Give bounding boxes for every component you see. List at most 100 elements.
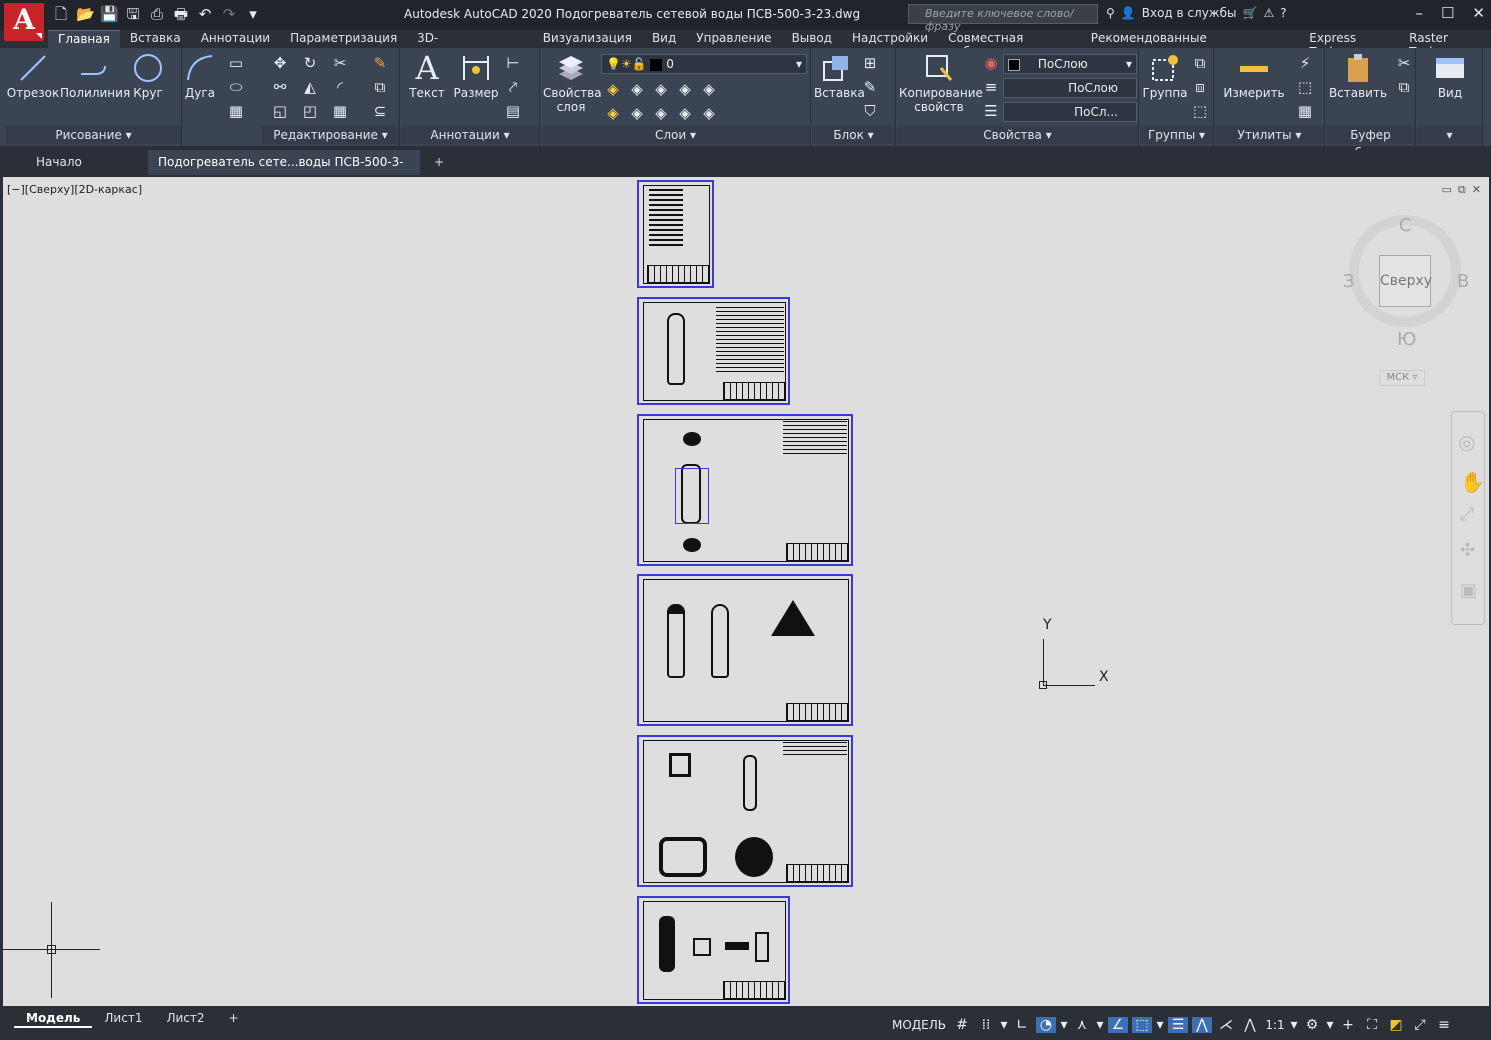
drawing-sheet[interactable] [637,297,790,405]
dropdown-icon[interactable]: ▾ [1290,1017,1298,1033]
group-edit-icon[interactable]: ⧈ [1190,78,1210,96]
ortho-icon[interactable]: ∟ [1012,1017,1032,1033]
insert-block-button[interactable]: Вставка [814,52,865,100]
panel-view-expand[interactable]: ▾ [1417,126,1482,144]
tab-current-drawing[interactable]: Подогреватель сете...воды ПСВ-500-3-23* … [148,150,420,194]
block-attr-icon[interactable]: ⛉ [860,102,880,120]
ribbon-tab[interactable]: Вид [642,30,686,48]
ribbon-tab[interactable]: 3D-инструменты [407,30,533,59]
drawing-viewport[interactable]: [−][Сверху][2D-каркас] ▭ ⧉ ✕ Y X Сверху … [3,177,1489,1006]
panel-annotation-title[interactable]: Аннотации ▾ [401,126,539,144]
close-icon[interactable]: ✕ [1472,4,1485,22]
lineweight-icon[interactable]: ☰ [981,102,1001,120]
layout-tab[interactable]: Лист1 [92,1008,154,1028]
edit-block-icon[interactable]: ✎ [860,78,880,96]
lineweight-dropdown[interactable]: ПоСл... [1003,102,1137,122]
linetype-dropdown[interactable]: ПоСлою [1003,78,1137,98]
ribbon-tab[interactable]: Аннотации [191,30,280,48]
orbit-icon[interactable]: ✣ [1460,540,1475,561]
color-dropdown[interactable]: ПоСлою ▾ [1003,54,1137,74]
dimension-button[interactable]: Размер [453,52,499,100]
minimize-icon[interactable]: – [1415,4,1423,22]
gear-icon[interactable]: ⚙ [1302,1017,1322,1033]
lineweight-toggle-icon[interactable]: ☰ [1168,1017,1189,1033]
ribbon-tab[interactable]: Рекомендованные приложения [1081,30,1300,59]
group-button[interactable]: Группа [1142,52,1188,100]
tab-start[interactable]: Начало [26,150,146,175]
explode-icon[interactable]: ⧉ [370,78,390,96]
panel-groups-title[interactable]: Группы ▾ [1140,126,1213,144]
measure-button[interactable]: Измерить [1219,52,1289,100]
layer-tool-5-icon[interactable]: ◈ [699,80,719,98]
dropdown-icon[interactable]: ▾ [1156,1017,1164,1033]
ribbon-tab[interactable]: Вставка [120,30,191,48]
viewcube-south[interactable]: Ю [1397,329,1416,350]
viewcube[interactable]: Сверху С Ю З В [1343,207,1473,350]
grid-icon[interactable]: # [952,1017,972,1033]
save-icon[interactable]: 💾 [100,5,119,23]
mirror-icon[interactable]: ◭ [300,78,320,96]
select-all-icon[interactable]: ⬚ [1295,78,1315,96]
stretch-icon[interactable]: ◱ [270,102,290,120]
drawing-sheet[interactable] [637,735,853,887]
plus-icon[interactable]: + [1338,1017,1358,1033]
panel-modify-title[interactable]: Редактирование ▾ [262,126,399,144]
customize-menu-icon[interactable]: ≡ [1434,1017,1454,1033]
ungroup-icon[interactable]: ⧉ [1190,54,1210,72]
redo-icon[interactable]: ↷ [220,5,238,23]
model-space-button[interactable]: МОДЕЛЬ [890,1018,948,1032]
hardware-accel-icon[interactable]: ◩ [1386,1017,1406,1033]
layout-tab[interactable]: Модель [14,1008,93,1028]
copy-clip-icon[interactable]: ⧉ [1394,78,1414,96]
auto-scale-icon[interactable]: ⋌ [1216,1017,1236,1033]
app-logo[interactable]: A [4,3,44,41]
layer-tool-4-icon[interactable]: ◈ [675,80,695,98]
line-button[interactable]: Отрезок [6,52,60,100]
offset-icon[interactable]: ⊆ [370,102,390,120]
undo-icon[interactable]: ↶ [196,5,214,23]
match-properties-button[interactable]: Копирование свойств [899,52,983,114]
drawing-sheet[interactable] [637,414,853,566]
qat-menu-icon[interactable]: ▾ [244,5,262,23]
layer-tool-9-icon[interactable]: ◈ [675,104,695,122]
ellipse-icon[interactable]: ⬭ [226,78,246,96]
create-block-icon[interactable]: ⊞ [860,54,880,72]
circle-button[interactable]: Круг [130,52,166,100]
add-layout-button[interactable]: + [217,1008,251,1028]
layer-dropdown[interactable]: 💡☀🔓 0 ▾ [601,54,807,74]
calculator-icon[interactable]: ▦ [1295,102,1315,120]
layer-tool-2-icon[interactable]: ◈ [627,80,647,98]
ribbon-tab[interactable]: Express Tools [1299,30,1399,59]
array-icon[interactable]: ▦ [330,102,350,120]
pan-icon[interactable]: ✋ [1460,470,1485,494]
rectangle-icon[interactable]: ▭ [226,54,246,72]
view-button[interactable]: Вид [1425,52,1475,100]
panel-clipboard-title[interactable]: Буфер обмена [1326,126,1415,160]
vp-restore-icon[interactable]: ⧉ [1458,183,1466,197]
object-track-icon[interactable]: ∠ [1108,1017,1129,1033]
plot-icon[interactable]: 🖶 [172,5,190,23]
rotate-icon[interactable]: ↻ [300,54,320,72]
ribbon-tab[interactable]: Raster Tools [1399,30,1491,59]
paste-button[interactable]: Вставить [1328,52,1388,100]
add-tab-button[interactable]: + [424,150,454,175]
table-icon[interactable]: ▤ [503,102,523,120]
layer-tool-10-icon[interactable]: ◈ [699,104,719,122]
leader-icon[interactable]: ⤤ [503,78,523,96]
linetype-icon[interactable]: ≡ [981,78,1001,96]
panel-draw-title[interactable]: Рисование ▾ [6,126,181,144]
steering-wheel-icon[interactable]: ◎ [1458,430,1475,454]
ucs-menu[interactable]: МСК ▿ [1379,370,1425,386]
dropdown-icon[interactable]: ▾ [1096,1017,1104,1033]
scale-icon[interactable]: ◰ [300,102,320,120]
layer-tool-7-icon[interactable]: ◈ [627,104,647,122]
hatch-icon[interactable]: ▦ [226,102,246,120]
binoculars-icon[interactable]: ⚲ [1106,6,1115,20]
open-icon[interactable]: 📂 [76,5,95,23]
dropdown-icon[interactable]: ▾ [1000,1017,1008,1033]
layer-tool-1-icon[interactable]: ◈ [603,80,623,98]
vp-minimize-icon[interactable]: ▭ [1442,183,1452,197]
ribbon-tab[interactable]: Надстройки [842,30,938,48]
drawing-sheet[interactable] [637,180,714,288]
color-wheel-icon[interactable]: ◉ [981,54,1001,72]
